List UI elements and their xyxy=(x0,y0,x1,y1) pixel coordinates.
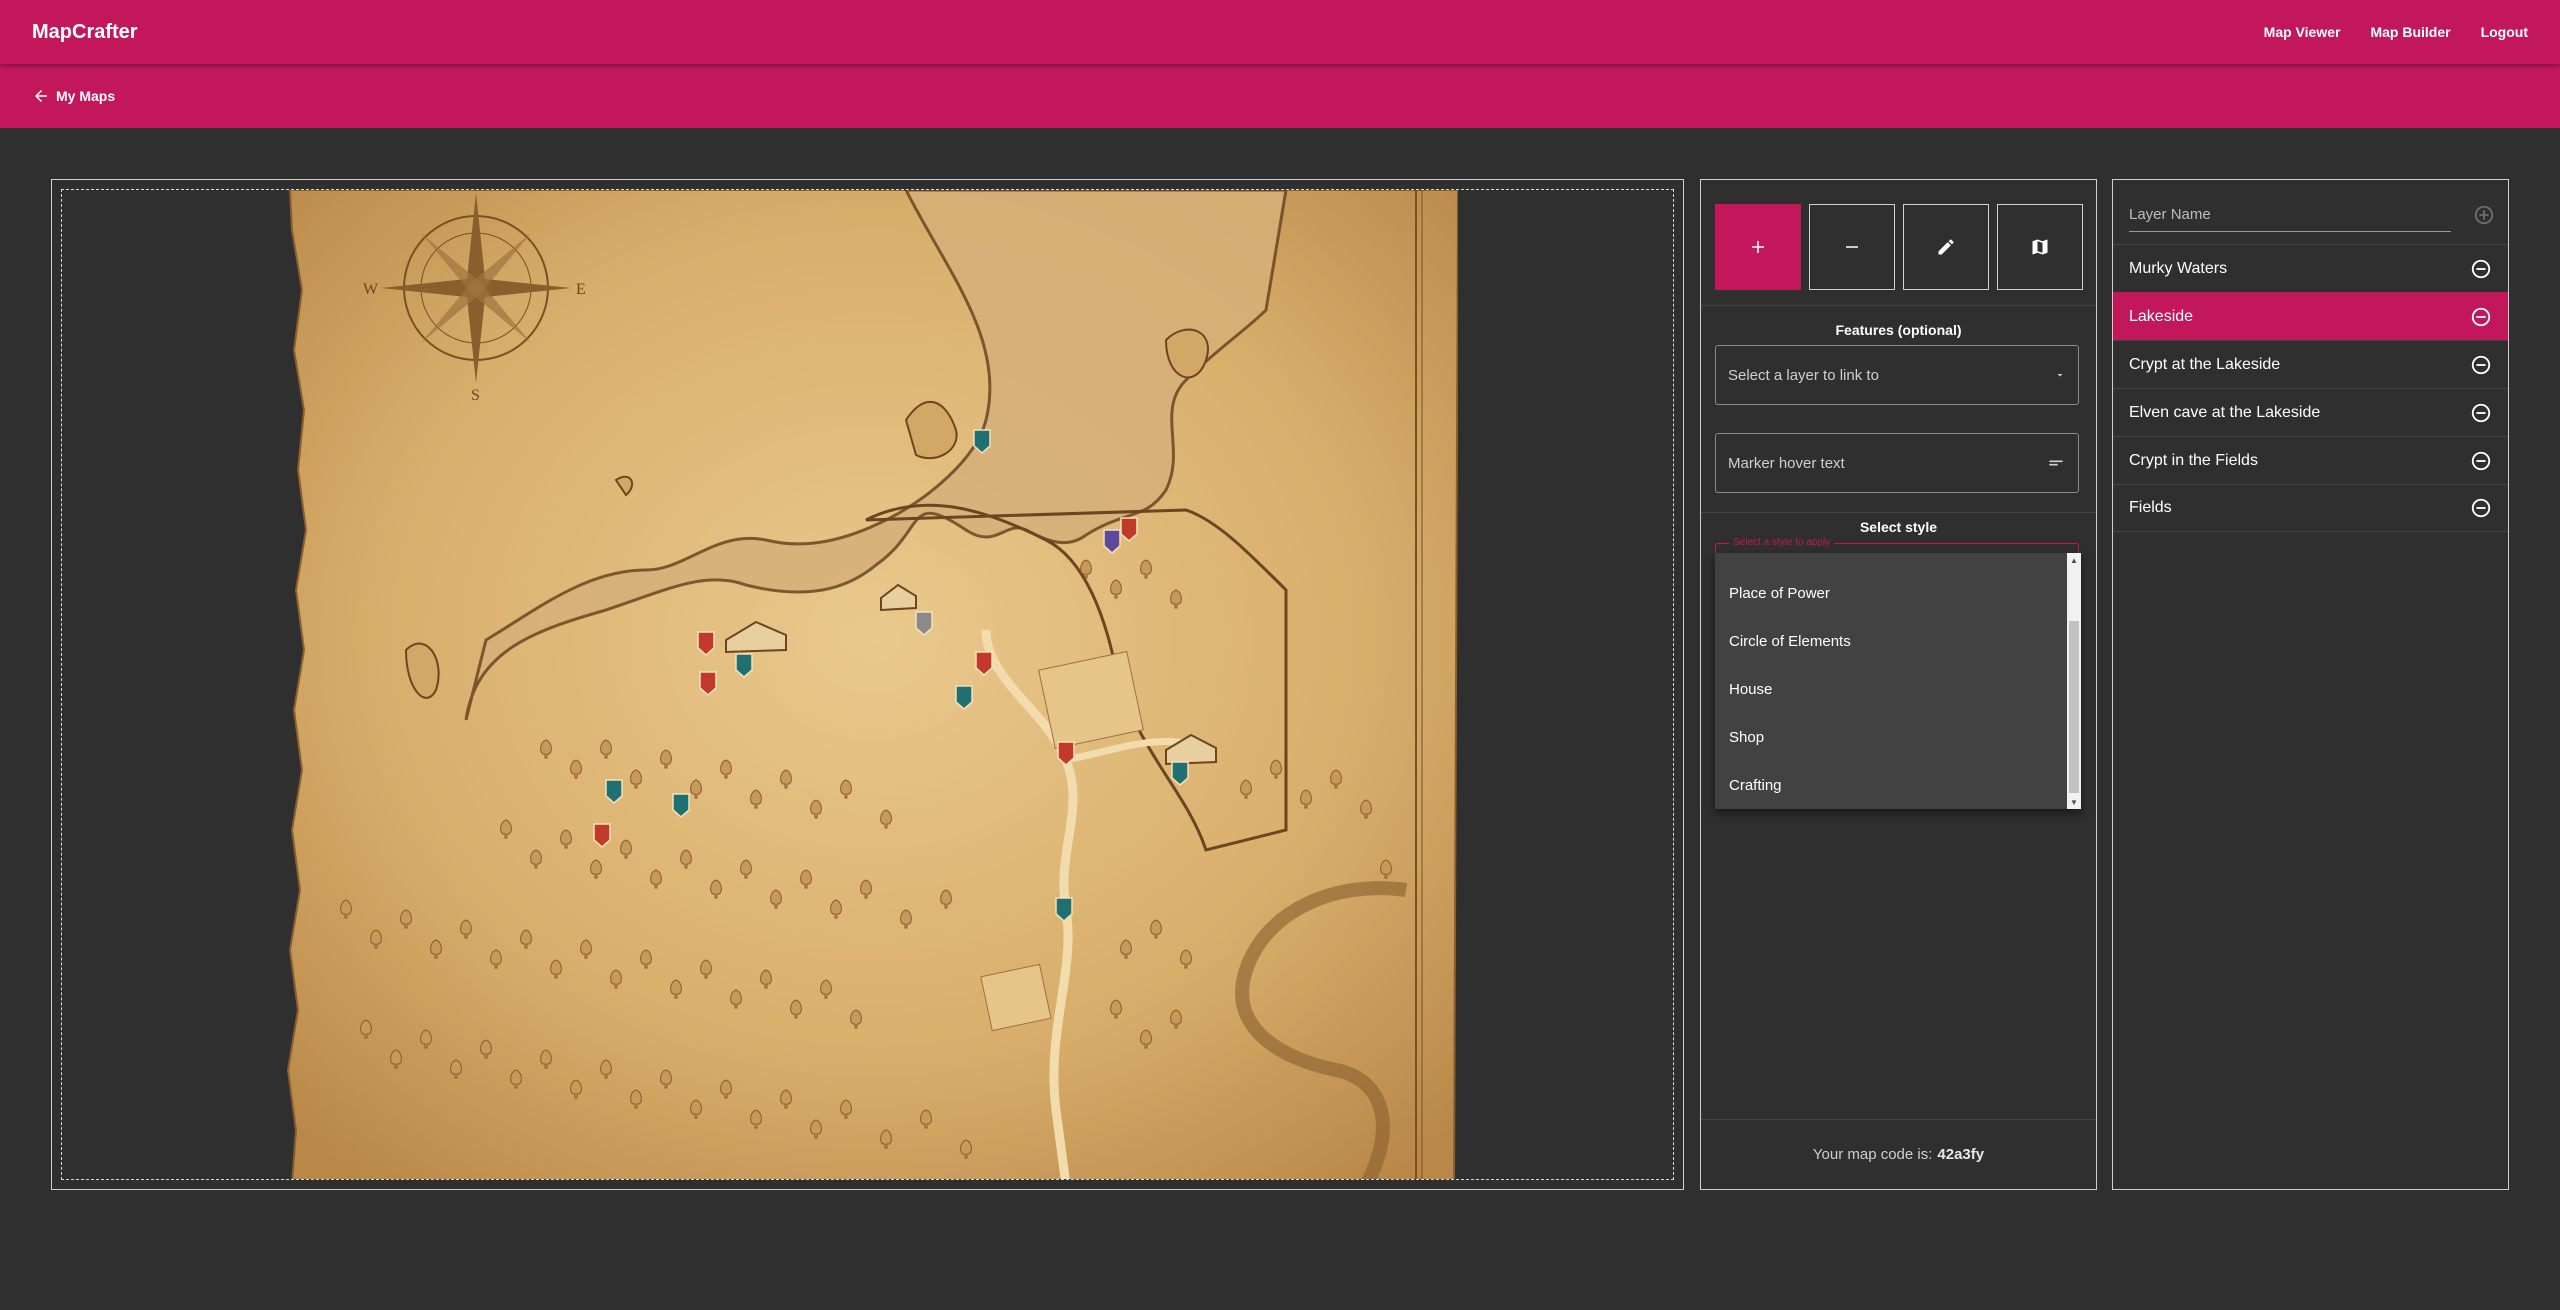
style-option[interactable]: Circle of Elements xyxy=(1715,617,2067,665)
app-title: MapCrafter xyxy=(32,20,138,43)
dropdown-scrollbar[interactable]: ▲ ▼ xyxy=(2067,553,2081,809)
layer-item[interactable]: Murky Waters xyxy=(2113,244,2508,292)
marker-hover-text-field[interactable]: Marker hover text xyxy=(1715,433,2079,493)
add-marker-button[interactable] xyxy=(1715,204,1801,290)
map-code-value: 42a3fy xyxy=(1937,1146,1985,1163)
map-icon xyxy=(2030,237,2050,257)
hover-text-placeholder: Marker hover text xyxy=(1728,454,1845,472)
add-circle-icon[interactable] xyxy=(2473,204,2495,226)
layer-item-label: Murky Waters xyxy=(2129,259,2228,277)
scroll-down-icon[interactable]: ▼ xyxy=(2067,795,2081,809)
layer-item[interactable]: Crypt in the Fields xyxy=(2113,436,2508,484)
layer-item[interactable]: Fields xyxy=(2113,484,2508,532)
compass-e: E xyxy=(576,281,586,298)
layer-item[interactable]: Crypt at the Lakeside xyxy=(2113,340,2508,388)
map-canvas[interactable]: W E S xyxy=(61,189,1674,1180)
parchment xyxy=(286,190,1458,1179)
edit-marker-button[interactable] xyxy=(1903,204,1989,290)
divider xyxy=(1701,512,2096,513)
scroll-up-icon[interactable]: ▲ xyxy=(2067,553,2081,567)
nav-map-viewer[interactable]: Map Viewer xyxy=(2264,24,2341,40)
remove-circle-icon[interactable] xyxy=(2470,306,2492,328)
remove-circle-icon[interactable] xyxy=(2470,354,2492,376)
map-panel: W E S xyxy=(51,179,1684,1190)
pencil-icon xyxy=(1936,237,1956,257)
tools-panel: Features (optional) Select a layer to li… xyxy=(1700,179,2097,1190)
layer-name-row: Layer Name xyxy=(2129,196,2495,234)
back-to-my-maps-link[interactable]: My Maps xyxy=(32,87,115,105)
style-select-hint: Select a style to apply xyxy=(1729,537,1835,548)
features-label: Features (optional) xyxy=(1835,322,1962,338)
layer-item-label: Elven cave at the Lakeside xyxy=(2129,403,2321,421)
layer-link-select[interactable]: Select a layer to link to xyxy=(1715,345,2079,405)
divider xyxy=(1701,305,2096,306)
remove-icon xyxy=(1843,238,1861,256)
remove-circle-icon[interactable] xyxy=(2470,450,2492,472)
field xyxy=(980,963,1052,1032)
style-dropdown: Place of Power Circle of Elements House … xyxy=(1715,553,2081,809)
layer-item-label: Crypt in the Fields xyxy=(2129,451,2258,469)
layer-item[interactable]: Lakeside xyxy=(2113,292,2508,340)
map-image[interactable]: W E S xyxy=(286,190,1458,1180)
layer-link-placeholder: Select a layer to link to xyxy=(1728,366,1879,384)
sub-bar: My Maps xyxy=(0,64,2560,128)
nav-map-builder[interactable]: Map Builder xyxy=(2370,24,2450,40)
app-bar: MapCrafter Map Viewer Map Builder Logout xyxy=(0,0,2560,64)
compass-w: W xyxy=(363,281,379,298)
style-option[interactable]: Place of Power xyxy=(1715,569,2067,617)
layer-item-label: Fields xyxy=(2129,499,2172,516)
remove-circle-icon[interactable] xyxy=(2470,402,2492,424)
remove-circle-icon[interactable] xyxy=(2470,497,2492,519)
compass-s: S xyxy=(471,387,480,404)
layer-list: Murky Waters Lakeside Crypt at the Lakes… xyxy=(2113,244,2508,532)
scroll-thumb[interactable] xyxy=(2069,621,2079,793)
arrow-left-icon xyxy=(32,87,50,105)
style-options: Place of Power Circle of Elements House … xyxy=(1715,569,2067,809)
layer-item-label: Lakeside xyxy=(2129,307,2194,325)
nav-logout[interactable]: Logout xyxy=(2481,24,2528,40)
select-style-label: Select style xyxy=(1859,519,1938,535)
style-option[interactable]: Shop xyxy=(1715,713,2067,761)
remove-marker-button[interactable] xyxy=(1809,204,1895,290)
layer-item[interactable]: Elven cave at the Lakeside xyxy=(2113,388,2508,436)
map-settings-button[interactable] xyxy=(1997,204,2083,290)
top-nav: Map Viewer Map Builder Logout xyxy=(2264,24,2528,40)
layer-item-label: Crypt at the Lakeside xyxy=(2129,355,2281,373)
chevron-down-icon xyxy=(2054,369,2066,381)
style-option[interactable]: House xyxy=(1715,665,2067,713)
remove-circle-icon[interactable] xyxy=(2470,258,2492,280)
map-code-footer: Your map code is: 42a3fy xyxy=(1701,1119,2096,1189)
layers-panel: Layer Name Murky Waters Lakeside Crypt a… xyxy=(2112,179,2509,1190)
style-option[interactable]: Crafting xyxy=(1715,761,2067,809)
layer-name-input[interactable]: Layer Name xyxy=(2129,198,2451,232)
map-code-label: Your map code is: xyxy=(1812,1146,1933,1163)
short-text-icon xyxy=(2046,453,2066,473)
back-link-label: My Maps xyxy=(56,88,116,104)
tool-buttons xyxy=(1715,204,2083,290)
add-icon xyxy=(1749,238,1767,256)
